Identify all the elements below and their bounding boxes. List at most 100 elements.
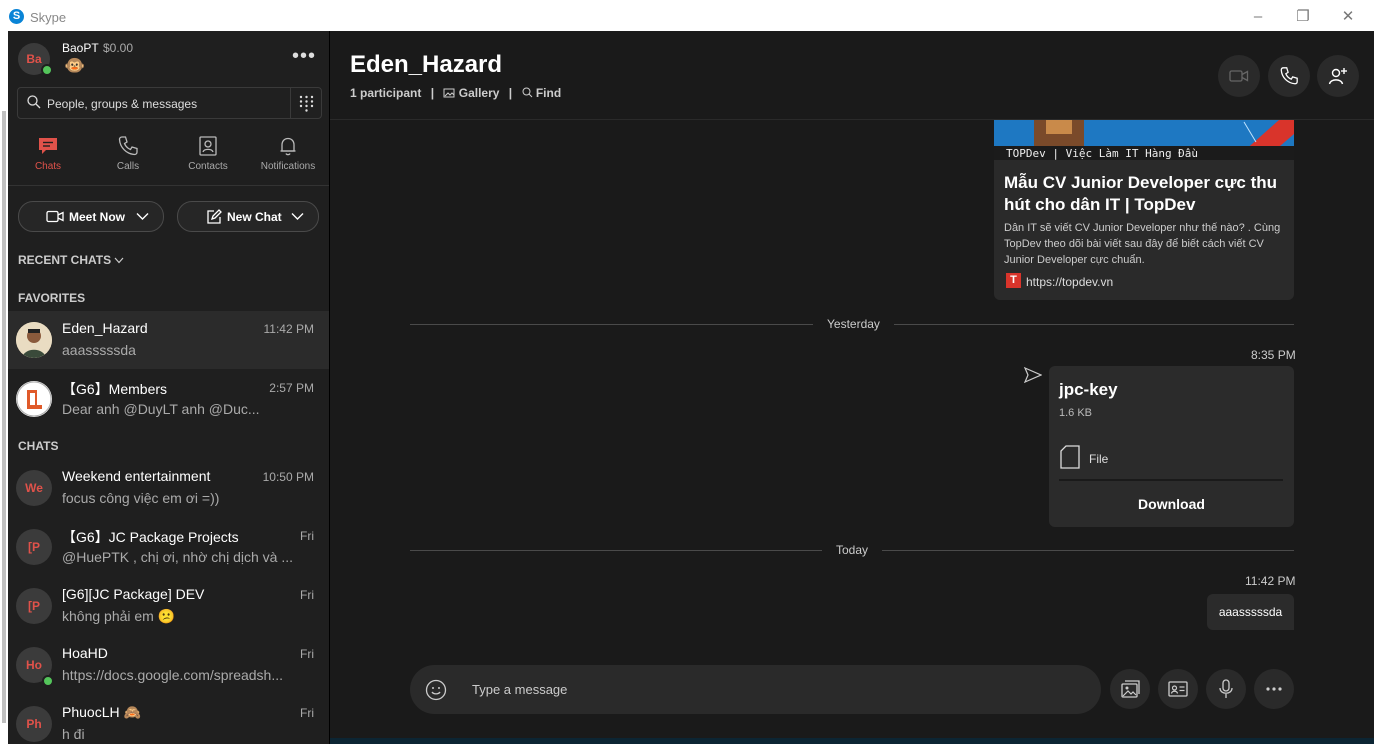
- gallery-icon: [443, 88, 455, 98]
- conversation-subheader: 1 participant | Gallery | Find: [350, 85, 562, 100]
- file-size: 1.6 KB: [1059, 407, 1093, 419]
- download-button[interactable]: Download: [1049, 496, 1294, 512]
- phone-icon: [1280, 67, 1298, 85]
- emoji-icon[interactable]: [425, 679, 447, 701]
- chat-name: [G6][JC Package] DEV: [62, 586, 205, 602]
- chat-item[interactable]: We Weekend entertainment 10:50 PM focus …: [8, 459, 329, 517]
- chat-time: Fri: [300, 588, 314, 602]
- chat-item[interactable]: Eden_Hazard 11:42 PM aaasssssda: [8, 311, 329, 369]
- file-name: jpc-key: [1059, 380, 1118, 399]
- conversation-pane: Eden_Hazard 1 participant | Gallery | Fi…: [330, 31, 1374, 738]
- new-chat-button[interactable]: New Chat: [177, 201, 319, 232]
- chat-time: 11:42 PM: [263, 322, 314, 336]
- chat-name: Eden_Hazard: [62, 320, 148, 336]
- chevron-down-icon: [115, 257, 124, 264]
- find-link[interactable]: Find: [536, 86, 561, 100]
- chevron-down-icon: [291, 213, 304, 220]
- message-composer[interactable]: Type a message: [410, 665, 1101, 714]
- image-icon: [1121, 680, 1140, 698]
- conversation-title[interactable]: Eden_Hazard: [350, 51, 502, 79]
- new-chat-label: New Chat: [227, 210, 282, 224]
- tab-label: Contacts: [188, 161, 228, 172]
- tab-calls[interactable]: Calls: [88, 135, 168, 172]
- chat-name: 【G6】JC Package Projects: [62, 529, 239, 545]
- search-box[interactable]: People, groups & messages: [17, 87, 322, 119]
- chat-name: PhuocLH 🙈: [62, 704, 141, 720]
- file-icon: [1060, 445, 1080, 469]
- right-edge: [1374, 31, 1382, 744]
- favorites-header: FAVORITES: [18, 291, 86, 305]
- participants-link[interactable]: 1 participant: [350, 86, 421, 100]
- tab-label: Chats: [34, 161, 62, 172]
- tab-contacts[interactable]: Contacts: [168, 135, 248, 172]
- file-type: File: [1089, 452, 1109, 466]
- gallery-link[interactable]: Gallery: [459, 86, 500, 100]
- tab-label: Calls: [116, 161, 140, 172]
- video-icon: [1229, 70, 1249, 82]
- minimize-button[interactable]: –: [1246, 8, 1270, 26]
- date-divider-label: Today: [822, 543, 883, 557]
- chat-item[interactable]: Ph PhuocLH 🙈 Fri h đi: [8, 695, 329, 744]
- scrollbar[interactable]: [2, 111, 6, 723]
- chat-item[interactable]: Ho HoaHD Fri https://docs.google.com/spr…: [8, 636, 329, 694]
- skype-logo-icon: S: [9, 9, 24, 24]
- contact-card-button[interactable]: [1158, 669, 1198, 709]
- message-bubble[interactable]: aaasssssda: [1207, 594, 1294, 630]
- more-actions-button[interactable]: [1254, 669, 1294, 709]
- chat-item[interactable]: 【G6】Members 2:57 PM Dear anh @DuyLT anh …: [8, 370, 329, 428]
- profile-mood: 🐵: [64, 56, 86, 75]
- message-time: 8:35 PM: [1251, 348, 1296, 362]
- add-people-button[interactable]: [1317, 55, 1359, 97]
- chats-header: CHATS: [18, 439, 59, 453]
- recent-chats-header[interactable]: RECENT CHATS: [18, 253, 124, 267]
- tab-chats[interactable]: Chats: [8, 135, 88, 172]
- file-divider: [1059, 479, 1283, 481]
- online-status-icon: [41, 64, 53, 76]
- message-input[interactable]: Type a message: [472, 682, 567, 697]
- voice-message-button[interactable]: [1206, 669, 1246, 709]
- avatar: Ph: [16, 706, 52, 742]
- link-title[interactable]: Mẫu CV Junior Developer cực thu hút cho …: [1004, 172, 1289, 216]
- link-preview-card[interactable]: TOPDev | Việc Làm IT Hàng Đầu Mẫu CV Jun…: [994, 120, 1294, 300]
- chat-preview: https://docs.google.com/spreadsh...: [62, 667, 284, 683]
- title-bar: S Skype – ❐ ✕: [0, 0, 1382, 31]
- bell-icon: [280, 137, 296, 156]
- chat-preview: Dear anh @DuyLT anh @Duc...: [62, 401, 260, 417]
- media-button[interactable]: [1110, 669, 1150, 709]
- profile-balance[interactable]: $0.00: [103, 41, 133, 55]
- chat-time: Fri: [300, 706, 314, 720]
- chat-preview: không phải em 😕: [62, 608, 176, 624]
- tab-notifications[interactable]: Notifications: [248, 135, 328, 172]
- close-button[interactable]: ✕: [1336, 8, 1360, 26]
- online-status-icon: [42, 675, 54, 687]
- video-call-button[interactable]: [1218, 55, 1260, 97]
- dialpad-button[interactable]: [290, 88, 322, 118]
- avatar: [P: [16, 588, 52, 624]
- more-icon: [1266, 687, 1282, 691]
- microphone-icon: [1219, 679, 1233, 698]
- topdev-favicon-icon: T: [1006, 273, 1021, 288]
- maximize-button[interactable]: ❐: [1291, 8, 1315, 26]
- search-input[interactable]: People, groups & messages: [47, 97, 197, 111]
- file-message[interactable]: jpc-key 1.6 KB File Download: [1049, 366, 1294, 527]
- more-options-icon[interactable]: •••: [292, 45, 316, 68]
- add-person-icon: [1328, 68, 1347, 85]
- profile-name[interactable]: BaoPT: [62, 41, 99, 55]
- sidebar: Ba BaoPT $0.00 🐵 ••• People, groups & me…: [8, 31, 329, 744]
- meet-now-button[interactable]: Meet Now: [18, 201, 164, 232]
- link-url[interactable]: https://topdev.vn: [1026, 275, 1113, 289]
- date-divider-label: Yesterday: [813, 317, 894, 331]
- link-preview-image: TOPDev | Việc Làm IT Hàng Đầu: [994, 120, 1294, 160]
- video-icon: [46, 210, 64, 223]
- avatar: [16, 381, 52, 417]
- chat-item[interactable]: [P 【G6】JC Package Projects Fri @HuePTK ,…: [8, 518, 329, 576]
- banner-text: TOPDev | Việc Làm IT Hàng Đầu: [1006, 147, 1199, 160]
- section-label: RECENT CHATS: [18, 253, 112, 267]
- chat-preview: @HuePTK , chị ơi, nhờ chị dịch và ...: [62, 549, 293, 565]
- chat-item[interactable]: [P [G6][JC Package] DEV Fri không phải e…: [8, 577, 329, 635]
- divider: [8, 185, 329, 186]
- chat-time: 10:50 PM: [262, 470, 314, 484]
- contact-card-icon: [1168, 681, 1188, 697]
- audio-call-button[interactable]: [1268, 55, 1310, 97]
- taskbar-edge: [330, 738, 1374, 744]
